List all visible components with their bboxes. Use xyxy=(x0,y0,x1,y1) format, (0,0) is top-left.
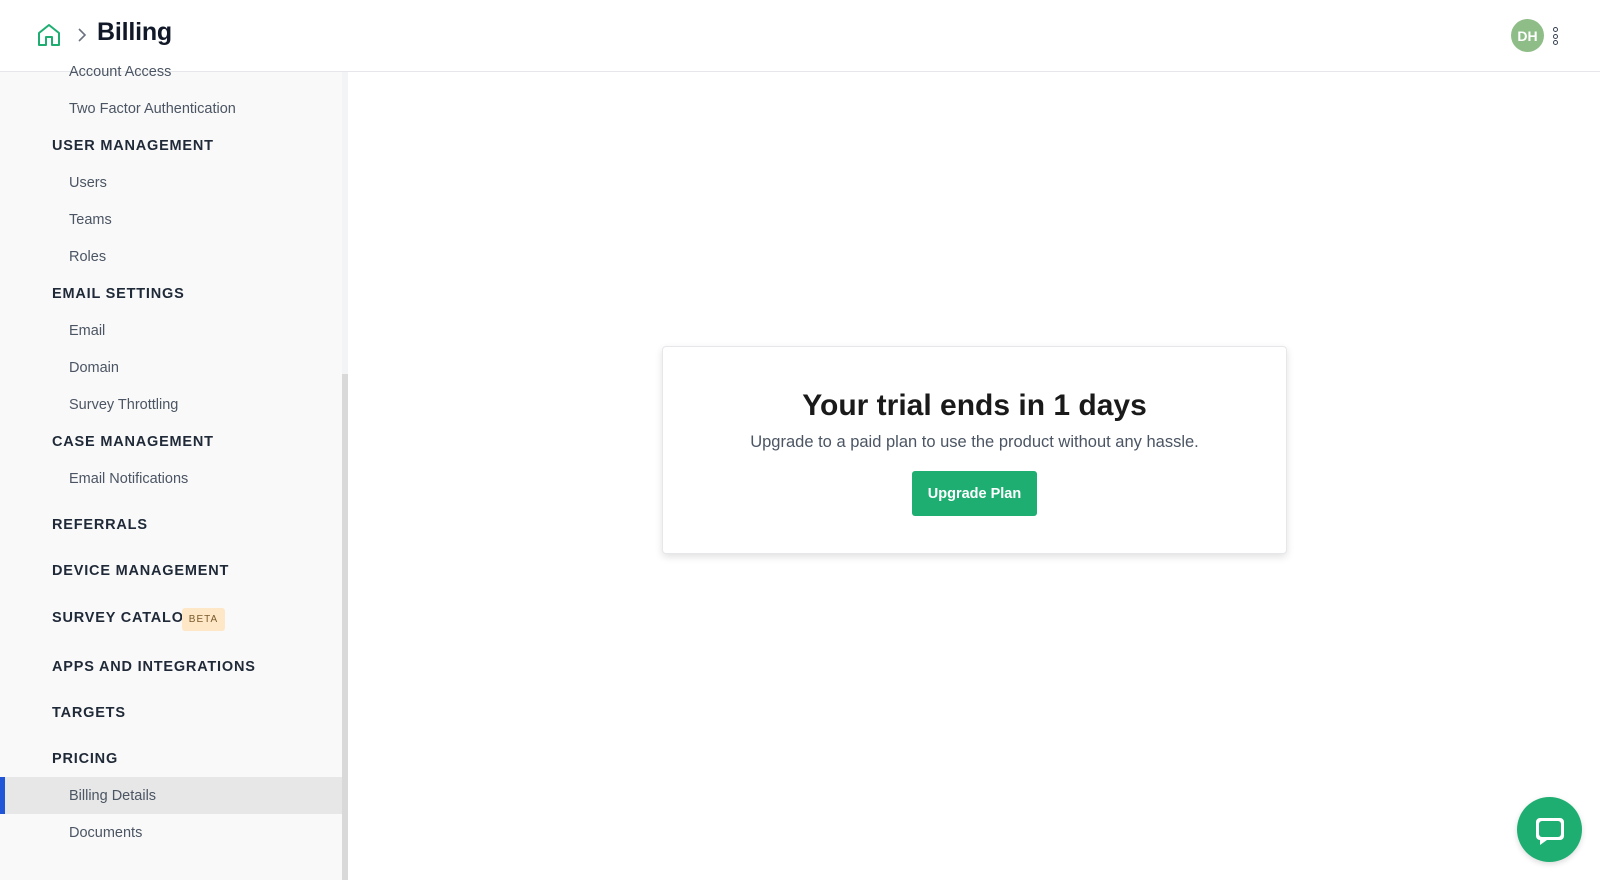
home-icon[interactable] xyxy=(36,22,62,48)
sidebar-active-highlight xyxy=(0,777,342,814)
sidebar-section-referrals[interactable]: REFERRALS xyxy=(52,517,148,533)
chat-widget-button[interactable] xyxy=(1517,797,1582,862)
page-title: Billing xyxy=(97,18,172,46)
sidebar-section-device-management[interactable]: DEVICE MANAGEMENT xyxy=(52,563,229,579)
avatar[interactable]: DH xyxy=(1511,19,1544,52)
sidebar-section-targets[interactable]: TARGETS xyxy=(52,705,126,721)
beta-badge: BETA xyxy=(182,608,225,631)
top-header: Billing DH xyxy=(0,0,1600,72)
sidebar-section-user-management[interactable]: USER MANAGEMENT xyxy=(52,138,214,154)
sidebar-item-email[interactable]: Email xyxy=(69,323,105,339)
trial-subtitle: Upgrade to a paid plan to use the produc… xyxy=(750,433,1199,451)
trial-card: Your trial ends in 1 days Upgrade to a p… xyxy=(662,346,1287,554)
sidebar-item-survey-throttling[interactable]: Survey Throttling xyxy=(69,397,178,413)
sidebar-item-documents[interactable]: Documents xyxy=(69,825,142,841)
sidebar-item-domain[interactable]: Domain xyxy=(69,360,119,376)
sidebar-section-case-management[interactable]: CASE MANAGEMENT xyxy=(52,434,214,450)
sidebar-item-two-factor-authentication[interactable]: Two Factor Authentication xyxy=(69,101,236,117)
sidebar-section-email-settings[interactable]: EMAIL SETTINGS xyxy=(52,286,185,302)
sidebar-item-users[interactable]: Users xyxy=(69,175,107,191)
kebab-menu-icon[interactable] xyxy=(1548,24,1562,48)
sidebar-scrollbar-thumb[interactable] xyxy=(342,374,348,880)
sidebar-section-apps-and-integrations[interactable]: APPS AND INTEGRATIONS xyxy=(52,659,256,675)
sidebar-item-billing-details[interactable]: Billing Details xyxy=(69,788,156,804)
sidebar-section-pricing[interactable]: PRICING xyxy=(52,751,118,767)
chevron-right-icon xyxy=(76,27,88,43)
sidebar-active-indicator xyxy=(0,777,5,814)
trial-title: Your trial ends in 1 days xyxy=(802,389,1147,422)
sidebar-item-roles[interactable]: Roles xyxy=(69,249,106,265)
upgrade-plan-button[interactable]: Upgrade Plan xyxy=(912,471,1037,516)
sidebar-item-email-notifications[interactable]: Email Notifications xyxy=(69,471,188,487)
sidebar-item-teams[interactable]: Teams xyxy=(69,212,112,228)
chat-bubble-icon xyxy=(1535,817,1564,845)
sidebar-item-account-access[interactable]: Account Access xyxy=(69,64,171,80)
sidebar-section-survey-catalog[interactable]: SURVEY CATALOG xyxy=(52,610,196,626)
